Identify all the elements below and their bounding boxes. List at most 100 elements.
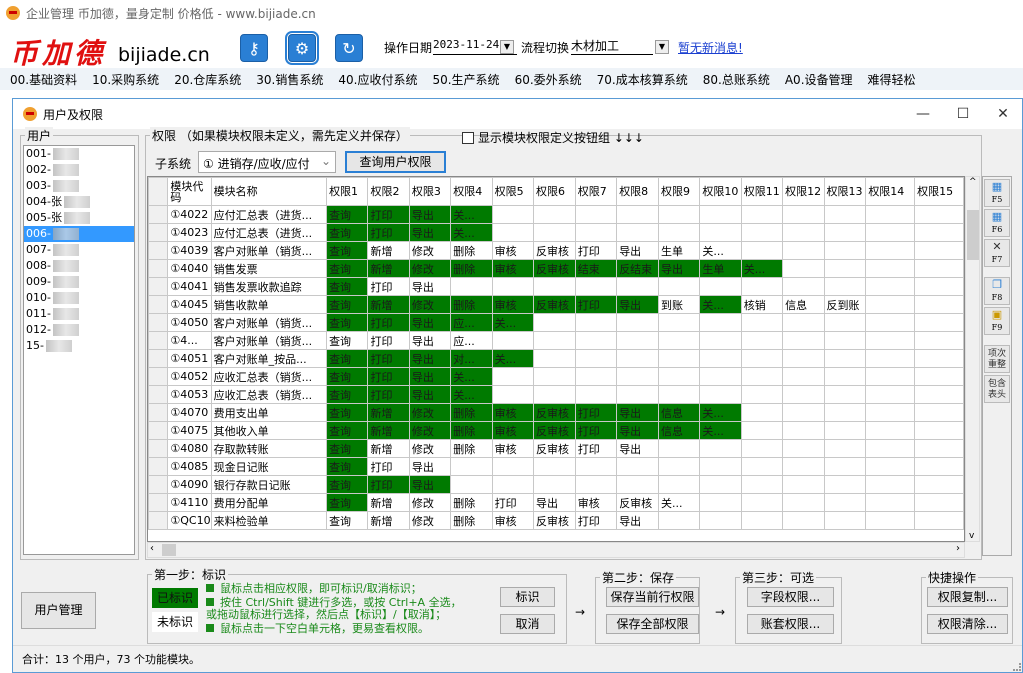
permission-cell[interactable]	[782, 349, 825, 368]
mark-button[interactable]: 标识	[500, 587, 555, 607]
menu-item[interactable]: 60.委外系统	[515, 71, 582, 88]
permission-cell[interactable]: 查询	[326, 259, 369, 278]
user-list-item[interactable]: 010-	[24, 290, 134, 306]
permission-cell[interactable]: 反审核	[533, 241, 576, 260]
menu-item[interactable]: 70.成本核算系统	[597, 71, 688, 88]
permission-cell[interactable]	[699, 367, 742, 386]
permission-cell[interactable]	[574, 313, 618, 332]
permission-cell[interactable]: 关...	[450, 223, 493, 242]
permission-cell[interactable]	[782, 223, 825, 242]
scroll-right-icon[interactable]: ›	[956, 543, 960, 554]
permission-cell[interactable]: 导出	[533, 493, 576, 512]
permission-cell[interactable]: 导出	[616, 439, 659, 458]
permission-cell[interactable]: 新增	[367, 439, 410, 458]
permission-cell[interactable]	[865, 295, 916, 314]
permission-cell[interactable]: 查询	[326, 331, 369, 350]
permission-cell[interactable]	[574, 385, 618, 404]
permission-cell[interactable]	[865, 313, 916, 332]
permission-cell[interactable]: 修改	[408, 421, 452, 440]
row-header[interactable]	[148, 295, 169, 314]
column-header[interactable]: 权限8	[616, 177, 659, 206]
permission-cell[interactable]	[574, 457, 618, 476]
user-list-item[interactable]: 006-	[24, 226, 134, 242]
column-header[interactable]: 权限10	[699, 177, 742, 206]
permission-cell[interactable]	[865, 205, 916, 224]
user-list-item[interactable]: 004-张	[24, 194, 134, 210]
permission-cell[interactable]: 审核	[574, 493, 618, 512]
permission-cell[interactable]	[616, 277, 659, 296]
permission-cell[interactable]: 新增	[367, 295, 410, 314]
permission-cell[interactable]	[616, 313, 659, 332]
permission-cell[interactable]	[491, 385, 535, 404]
permission-cell[interactable]	[914, 295, 964, 314]
permission-cell[interactable]: 查询	[326, 475, 369, 494]
permission-cell[interactable]	[740, 223, 784, 242]
show-buttons-toggle[interactable]: 显示模块权限定义按钮组 ↓↓↓	[462, 129, 644, 146]
permission-cell[interactable]	[699, 457, 742, 476]
permission-cell[interactable]	[740, 313, 784, 332]
table-row[interactable]: ①4039 客户对账单（销货... 查询 新增 修改 删除 审核 反审核 打印 导出 生单 关...	[148, 241, 964, 260]
column-header[interactable]: 权限14	[865, 177, 916, 206]
menu-item[interactable]: 50.生产系统	[432, 71, 499, 88]
clear-permissions-button[interactable]: 权限清除...	[927, 614, 1008, 634]
permission-cell[interactable]	[740, 241, 784, 260]
permission-cell[interactable]: 应...	[450, 331, 493, 350]
permission-cell[interactable]	[699, 439, 742, 458]
menu-item[interactable]: 10.采购系统	[92, 71, 159, 88]
permission-cell[interactable]: 查询	[326, 223, 369, 242]
permission-cell[interactable]	[699, 223, 742, 242]
menu-item[interactable]: 00.基础资料	[10, 71, 77, 88]
permission-cell[interactable]	[740, 331, 784, 350]
permission-cell[interactable]: 新增	[367, 403, 410, 422]
permission-cell[interactable]: 删除	[450, 295, 493, 314]
permission-cell[interactable]: 导出	[408, 313, 452, 332]
permission-cell[interactable]: 生单	[699, 259, 742, 278]
permission-cell[interactable]	[574, 475, 618, 494]
maximize-button[interactable]: ☐	[943, 99, 983, 129]
permission-cell[interactable]: 修改	[408, 295, 452, 314]
permission-cell[interactable]	[782, 403, 825, 422]
permission-cell[interactable]: 导出	[616, 241, 659, 260]
permission-cell[interactable]: 查询	[326, 313, 369, 332]
permission-cell[interactable]	[823, 511, 867, 530]
menu-item[interactable]: 40.应收付系统	[338, 71, 417, 88]
table-row[interactable]: ①4085 现金日记账 查询 打印 导出	[148, 457, 964, 476]
permission-cell[interactable]: 导出	[408, 223, 452, 242]
permission-cell[interactable]: 查询	[326, 403, 369, 422]
permission-cell[interactable]	[782, 439, 825, 458]
permission-cell[interactable]	[450, 277, 493, 296]
permission-cell[interactable]	[914, 439, 964, 458]
permission-cell[interactable]	[616, 223, 659, 242]
permission-cell[interactable]: 打印	[574, 439, 618, 458]
permission-cell[interactable]: 修改	[408, 511, 452, 530]
permission-cell[interactable]	[914, 475, 964, 494]
permission-cell[interactable]	[782, 313, 825, 332]
permission-cell[interactable]	[914, 259, 964, 278]
vertical-scrollbar[interactable]: ^ v	[965, 176, 980, 542]
table-row[interactable]: ①4022 应付汇总表（进货... 查询 打印 导出 关...	[148, 205, 964, 224]
menu-item[interactable]: 20.仓库系统	[174, 71, 241, 88]
permission-cell[interactable]: 查询	[326, 295, 369, 314]
permission-cell[interactable]	[914, 403, 964, 422]
permission-cell[interactable]	[533, 313, 576, 332]
permission-cell[interactable]	[823, 421, 867, 440]
permission-cell[interactable]: 关...	[491, 349, 535, 368]
permission-cell[interactable]: 删除	[450, 259, 493, 278]
permission-cell[interactable]: 信息	[657, 421, 701, 440]
permission-cell[interactable]: 查询	[326, 241, 369, 260]
permission-cell[interactable]: 关...	[450, 205, 493, 224]
permission-cell[interactable]	[740, 493, 784, 512]
permission-cell[interactable]: 删除	[450, 403, 493, 422]
permission-cell[interactable]: 关...	[699, 421, 742, 440]
permission-cell[interactable]: 导出	[408, 457, 452, 476]
permission-cell[interactable]	[823, 259, 867, 278]
permission-cell[interactable]: 导出	[408, 205, 452, 224]
permission-cell[interactable]: 导出	[616, 421, 659, 440]
scroll-left-icon[interactable]: ‹	[150, 543, 154, 554]
row-header[interactable]	[148, 511, 169, 530]
column-header[interactable]: 权限4	[450, 177, 493, 206]
permission-cell[interactable]: 删除	[450, 241, 493, 260]
permission-cell[interactable]	[574, 277, 618, 296]
column-header[interactable]: 权限1	[326, 177, 369, 206]
permission-cell[interactable]: 反到账	[823, 295, 867, 314]
